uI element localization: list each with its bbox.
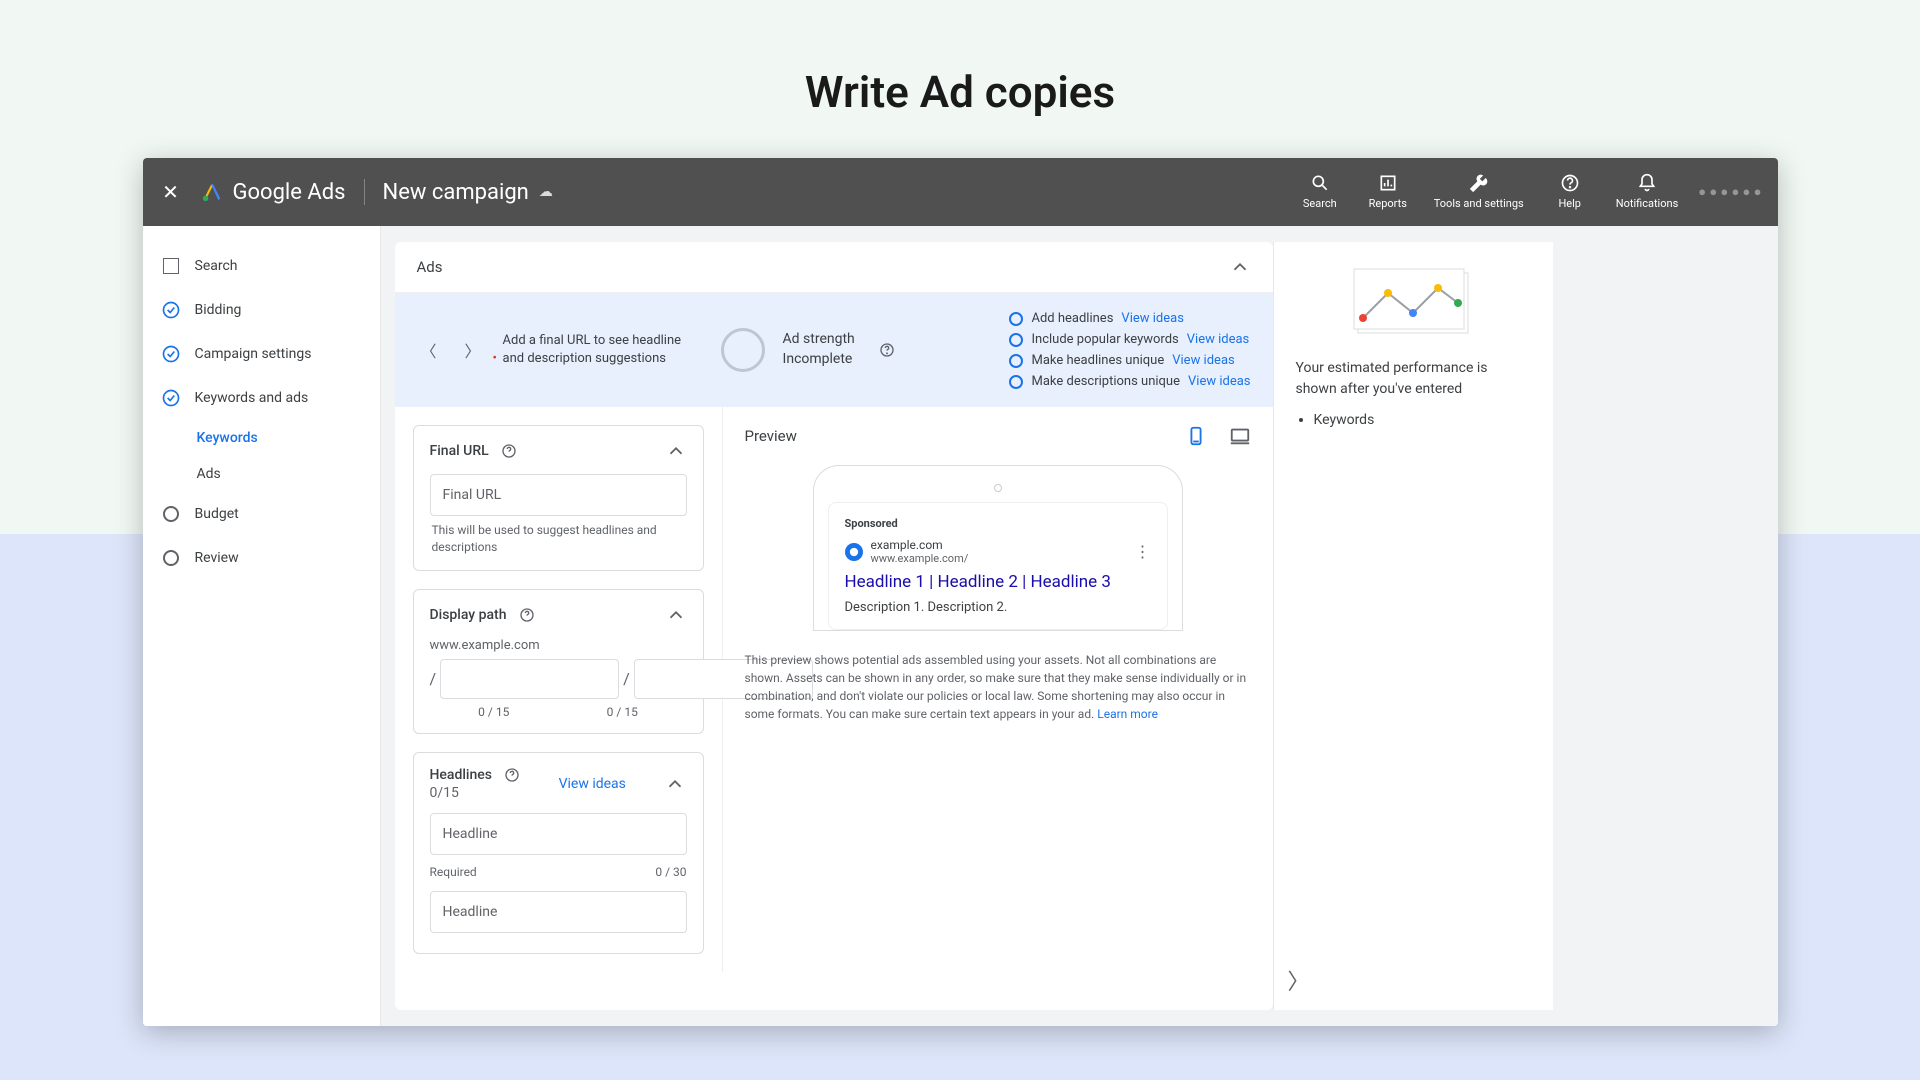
view-ideas-link[interactable]: View ideas <box>1121 311 1184 326</box>
view-ideas-link[interactable]: View ideas <box>1187 332 1250 347</box>
performance-rail: Your estimated performance is shown afte… <box>1273 242 1553 1010</box>
header-actions: Search Reports Tools and settings Help N… <box>1298 173 1679 210</box>
device-desktop-icon[interactable] <box>1229 425 1251 447</box>
ad-strength-bar: 〈 〉 •Add a final URL to see headline and… <box>395 293 1273 407</box>
learn-more-link[interactable]: Learn more <box>1097 707 1158 721</box>
display-path-card: Display path www.example.com // 0 / 150 … <box>413 589 704 734</box>
collapse-ads-icon[interactable] <box>1229 256 1251 278</box>
final-url-card: Final URL This will be used to suggest h… <box>413 425 704 571</box>
ad-strength-ring-icon <box>721 328 765 372</box>
strength-help-icon[interactable] <box>879 342 895 358</box>
view-ideas-link[interactable]: View ideas <box>1172 353 1235 368</box>
phone-camera-icon <box>994 484 1002 492</box>
sidebar-item-search[interactable]: Search <box>143 244 380 288</box>
cloud-sync-icon: ☁ <box>539 184 553 200</box>
sidebar-sub-keywords[interactable]: Keywords <box>197 420 380 456</box>
header-tools-button[interactable]: Tools and settings <box>1434 173 1524 210</box>
final-url-helper: This will be used to suggest headlines a… <box>430 522 687 556</box>
path-counter-1: 0 / 15 <box>478 705 509 719</box>
performance-text: Your estimated performance is shown afte… <box>1296 358 1531 400</box>
divider <box>364 179 365 205</box>
sidebar: Search Bidding Campaign settings Keyword… <box>143 226 381 1026</box>
headline-required: Required <box>430 865 477 879</box>
sidebar-item-review[interactable]: Review <box>143 536 380 580</box>
suggestion-add-headlines: Add headlinesView ideas <box>1009 311 1250 326</box>
close-icon[interactable]: ✕ <box>159 180 183 204</box>
performance-bullet: Keywords <box>1314 412 1531 428</box>
headlines-view-ideas-link[interactable]: View ideas <box>559 775 626 793</box>
headline-input-1[interactable] <box>430 813 687 855</box>
header-reports-button[interactable]: Reports <box>1366 173 1410 210</box>
brand-label: Google Ads <box>233 180 346 205</box>
collapse-display-path-icon[interactable] <box>665 604 687 626</box>
google-ads-window: ✕ Google Ads New campaign ☁ Search Repor… <box>143 158 1778 1026</box>
url-hint-text: •Add a final URL to see headline and des… <box>503 332 703 368</box>
headline-input-2[interactable] <box>430 891 687 933</box>
preview-site-url: www.example.com/ <box>871 552 969 565</box>
preview-headline: Headline 1 | Headline 2 | Headline 3 <box>845 572 1151 592</box>
suggestion-unique-headlines: Make headlines uniqueView ideas <box>1009 353 1250 368</box>
page-heading: Write Ad copies <box>0 0 1920 158</box>
sidebar-item-keywords-ads[interactable]: Keywords and ads <box>143 376 380 420</box>
preview-title: Preview <box>745 427 797 445</box>
account-badge: ● ● ● ● ● ● <box>1698 184 1761 200</box>
header-search-button[interactable]: Search <box>1298 173 1342 210</box>
phone-preview-frame: Sponsored example.comwww.example.com/ ⋮ … <box>813 465 1183 631</box>
rail-expand-icon[interactable]: 〉 <box>1288 964 1310 996</box>
header-help-button[interactable]: Help <box>1548 173 1592 210</box>
final-url-help-icon[interactable] <box>501 443 517 459</box>
preview-disclaimer: This preview shows potential ads assembl… <box>745 651 1251 723</box>
google-ads-logo-icon <box>201 181 223 203</box>
suggestion-unique-descriptions: Make descriptions uniqueView ideas <box>1009 374 1250 389</box>
sidebar-item-budget[interactable]: Budget <box>143 492 380 536</box>
collapse-headlines-icon[interactable] <box>664 773 686 795</box>
header-notifications-button[interactable]: Notifications <box>1616 173 1679 210</box>
sidebar-sub-ads[interactable]: Ads <box>197 456 380 492</box>
ads-section-title: Ads <box>417 258 443 276</box>
prev-ad-icon[interactable]: 〈 <box>417 334 441 366</box>
final-url-input[interactable] <box>430 474 687 516</box>
app-header: ✕ Google Ads New campaign ☁ Search Repor… <box>143 158 1778 226</box>
ads-card: Ads 〈 〉 •Add a final URL to see headline… <box>395 242 1273 1010</box>
favicon-icon <box>845 543 863 561</box>
display-path-input-1[interactable] <box>440 659 619 699</box>
device-mobile-icon[interactable] <box>1185 425 1207 447</box>
ad-preview: Sponsored example.comwww.example.com/ ⋮ … <box>828 502 1168 630</box>
suggestion-popular-keywords: Include popular keywordsView ideas <box>1009 332 1250 347</box>
view-ideas-link[interactable]: View ideas <box>1188 374 1251 389</box>
next-ad-icon[interactable]: 〉 <box>461 334 485 366</box>
display-path-prefix: www.example.com <box>430 638 687 653</box>
main-content: Ads 〈 〉 •Add a final URL to see headline… <box>381 226 1778 1026</box>
path-counter-2: 0 / 15 <box>607 705 638 719</box>
performance-chart-icon <box>1348 268 1478 338</box>
headline-char-count: 0 / 30 <box>655 865 686 879</box>
campaign-name: New campaign <box>383 180 529 205</box>
preview-site-name: example.com <box>871 538 969 552</box>
preview-description: Description 1. Description 2. <box>845 600 1151 615</box>
preview-menu-icon[interactable]: ⋮ <box>1135 542 1151 561</box>
sidebar-item-campaign-settings[interactable]: Campaign settings <box>143 332 380 376</box>
sponsored-label: Sponsored <box>845 517 1151 530</box>
collapse-final-url-icon[interactable] <box>665 440 687 462</box>
headlines-card: Headlines0/15 View ideas Required0 / 30 <box>413 752 704 954</box>
display-path-help-icon[interactable] <box>519 607 535 623</box>
ad-strength-label: Ad strengthIncomplete <box>783 330 855 369</box>
sidebar-item-bidding[interactable]: Bidding <box>143 288 380 332</box>
headlines-help-icon[interactable] <box>504 767 520 783</box>
